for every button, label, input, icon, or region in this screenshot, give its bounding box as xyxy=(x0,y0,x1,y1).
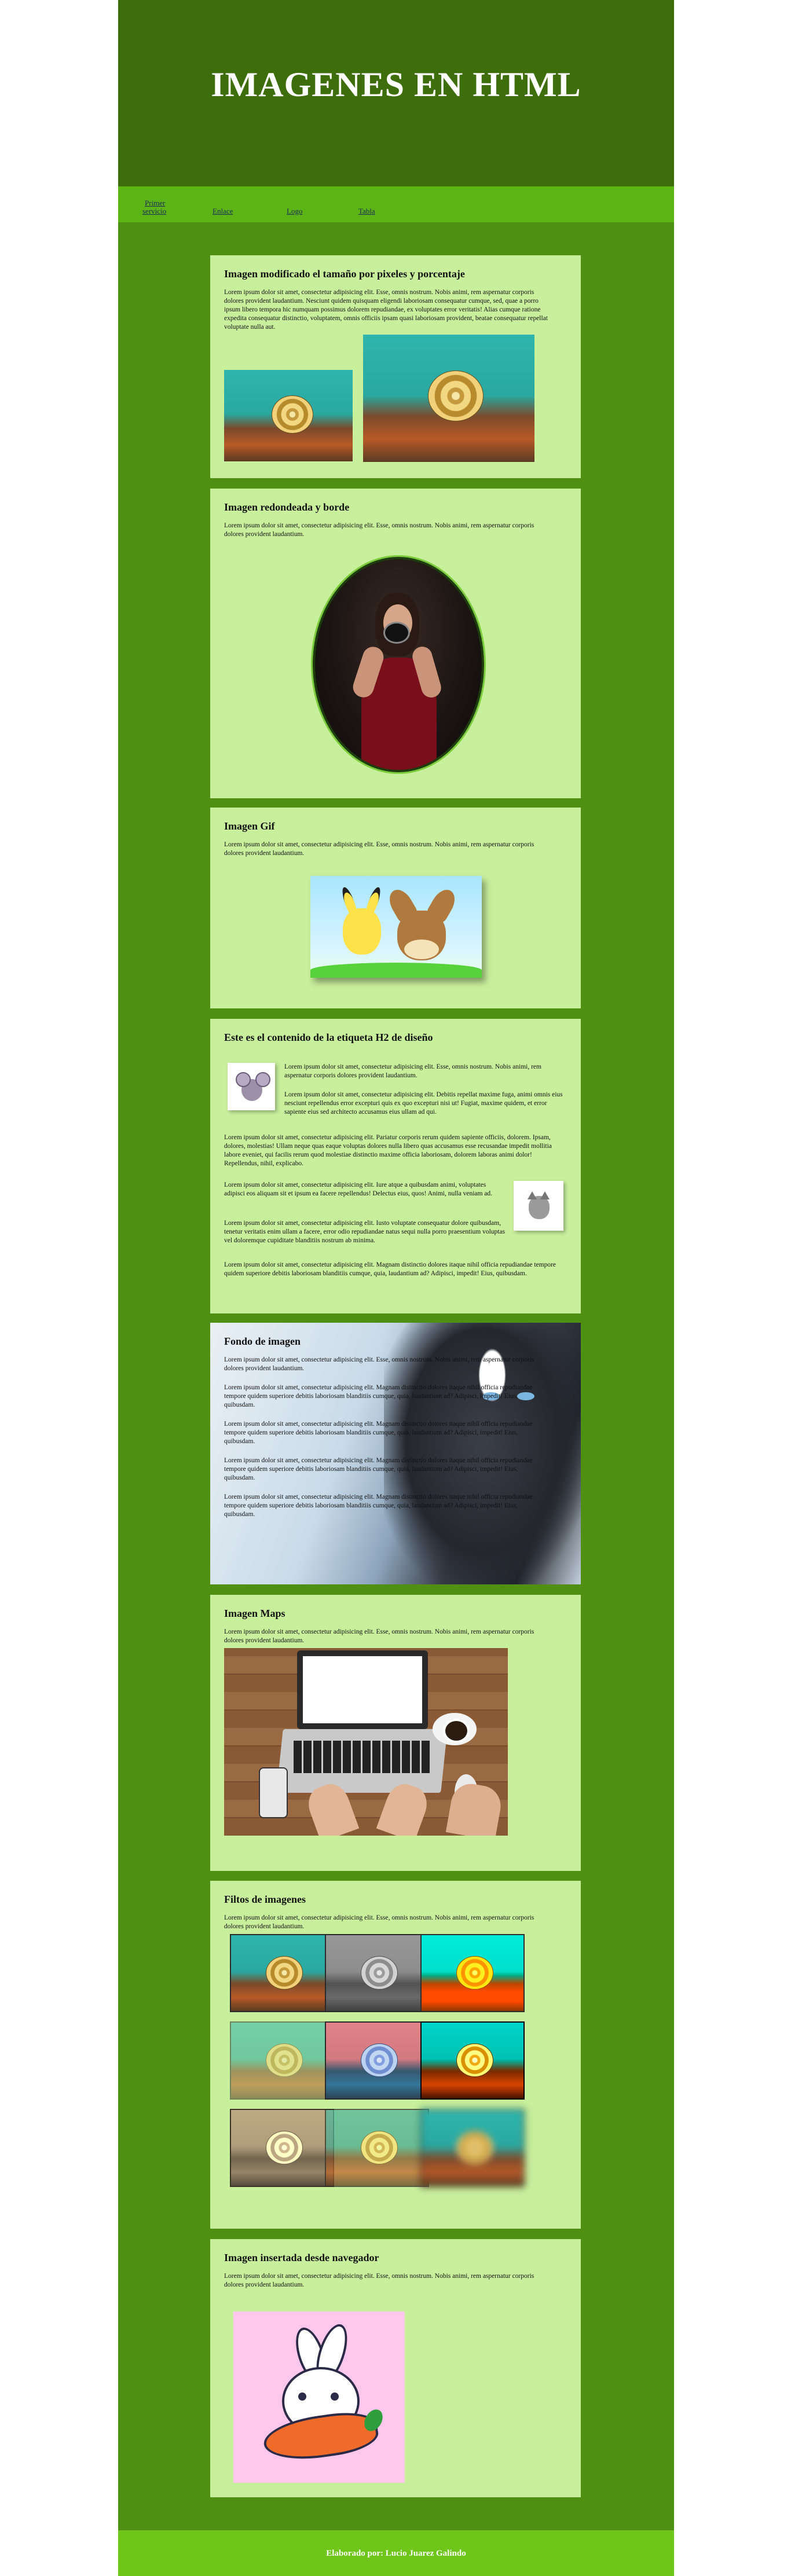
section-background-image: Fondo de imagen Lorem ipsum dolor sit am… xyxy=(210,1323,581,1584)
nav-link-enlace[interactable]: Enlace xyxy=(213,207,233,215)
filter-mixed-image xyxy=(325,2109,429,2187)
nav-link-tabla[interactable]: Tabla xyxy=(358,207,375,215)
cat-image xyxy=(514,1181,563,1231)
section-text: Lorem ipsum dolor sit amet, consectetur … xyxy=(284,1063,541,1079)
page-wrapper: IMAGENES EN HTML Primer servicio Enlace … xyxy=(118,0,674,2576)
section-title: Imagen modificado el tamaño por pixeles … xyxy=(224,268,465,280)
filter-blur-image xyxy=(420,2109,525,2187)
snail-image-small xyxy=(224,370,353,461)
filter-hue-rotate-image xyxy=(325,2021,429,2100)
section-image-filters: Filtos de imagenes Lorem ipsum dolor sit… xyxy=(210,1881,581,2229)
section-text: Lorem ipsum dolor sit amet, consectetur … xyxy=(224,1628,534,1644)
snail-image-large xyxy=(363,335,534,462)
section-text: Lorem ipsum dolor sit amet, consectetur … xyxy=(224,1384,533,1408)
laptop-desk-map-image[interactable] xyxy=(224,1648,508,1836)
section-gif: Imagen Gif Lorem ipsum dolor sit amet, c… xyxy=(210,808,581,1008)
site-footer: Elaborado por: Lucio Juarez Galindo xyxy=(118,2530,674,2576)
section-image-size: Imagen modificado el tamaño por pixeles … xyxy=(210,255,581,478)
filter-original-image xyxy=(230,1934,334,2012)
site-header: IMAGENES EN HTML xyxy=(118,0,674,186)
section-rounded-image: Imagen redondeada y borde Lorem ipsum do… xyxy=(210,489,581,798)
filter-sepia-image xyxy=(230,2109,334,2187)
nav-link-line2: servicio xyxy=(142,207,167,215)
page-title: IMAGENES EN HTML xyxy=(211,65,581,104)
section-text: Lorem ipsum dolor sit amet, consectetur … xyxy=(224,289,548,331)
section-image-maps: Imagen Maps Lorem ipsum dolor sit amet, … xyxy=(210,1595,581,1871)
footer-credit: Elaborado por: Lucio Juarez Galindo xyxy=(326,2549,466,2558)
mouse-image xyxy=(228,1063,275,1110)
section-text: Lorem ipsum dolor sit amet, consectetur … xyxy=(224,1457,533,1481)
map-area-phone[interactable] xyxy=(259,1767,288,1818)
filter-contrast-image xyxy=(420,2021,525,2100)
section-text: Lorem ipsum dolor sit amet, consectetur … xyxy=(224,1220,506,1244)
section-text: Lorem ipsum dolor sit amet, consectetur … xyxy=(224,1421,533,1445)
section-text: Lorem ipsum dolor sit amet, consectetur … xyxy=(224,2273,534,2288)
gif-pikachu-eevee xyxy=(310,876,482,978)
map-area-coffee[interactable] xyxy=(433,1713,477,1745)
section-browser-image: Imagen insertada desde navegador Lorem i… xyxy=(210,2239,581,2497)
section-text: Lorem ipsum dolor sit amet, consectetur … xyxy=(224,1914,534,1930)
section-text: Lorem ipsum dolor sit amet, consectetur … xyxy=(284,1091,563,1115)
section-text: Lorem ipsum dolor sit amet, consectetur … xyxy=(224,1494,533,1518)
section-title: Imagen insertada desde navegador xyxy=(224,2252,379,2263)
section-text: Lorem ipsum dolor sit amet, consectetur … xyxy=(224,1181,493,1197)
section-text: Lorem ipsum dolor sit amet, consectetur … xyxy=(224,1134,552,1167)
section-text: Lorem ipsum dolor sit amet, consectetur … xyxy=(224,1261,556,1277)
rounded-photo-woman xyxy=(313,557,484,772)
section-title: Este es el contenido de la etiqueta H2 d… xyxy=(224,1032,433,1043)
map-area-laptop[interactable] xyxy=(297,1650,428,1729)
section-title: Fondo de imagen xyxy=(224,1335,301,1347)
section-title: Imagen Gif xyxy=(224,820,275,832)
filter-saturate-image xyxy=(420,1934,525,2012)
bunny-carrot-image xyxy=(233,2311,405,2483)
filter-opacity-image xyxy=(230,2021,334,2100)
section-text: Lorem ipsum dolor sit amet, consectetur … xyxy=(224,1356,534,1372)
filter-grayscale-image xyxy=(325,1934,429,2012)
nav-link-line1: Primer xyxy=(145,199,166,207)
section-title: Imagen redondeada y borde xyxy=(224,501,350,513)
section-title: Filtos de imagenes xyxy=(224,1894,306,1905)
main-nav: Primer servicio Enlace Logo Tabla xyxy=(118,186,674,222)
nav-link-logo[interactable]: Logo xyxy=(287,207,302,215)
nav-link-primer-servicio[interactable]: Primer servicio xyxy=(142,199,166,215)
section-h2-design: Este es el contenido de la etiqueta H2 d… xyxy=(210,1019,581,1313)
section-title: Imagen Maps xyxy=(224,1608,285,1619)
section-text: Lorem ipsum dolor sit amet, consectetur … xyxy=(224,841,534,857)
section-text: Lorem ipsum dolor sit amet, consectetur … xyxy=(224,522,534,538)
